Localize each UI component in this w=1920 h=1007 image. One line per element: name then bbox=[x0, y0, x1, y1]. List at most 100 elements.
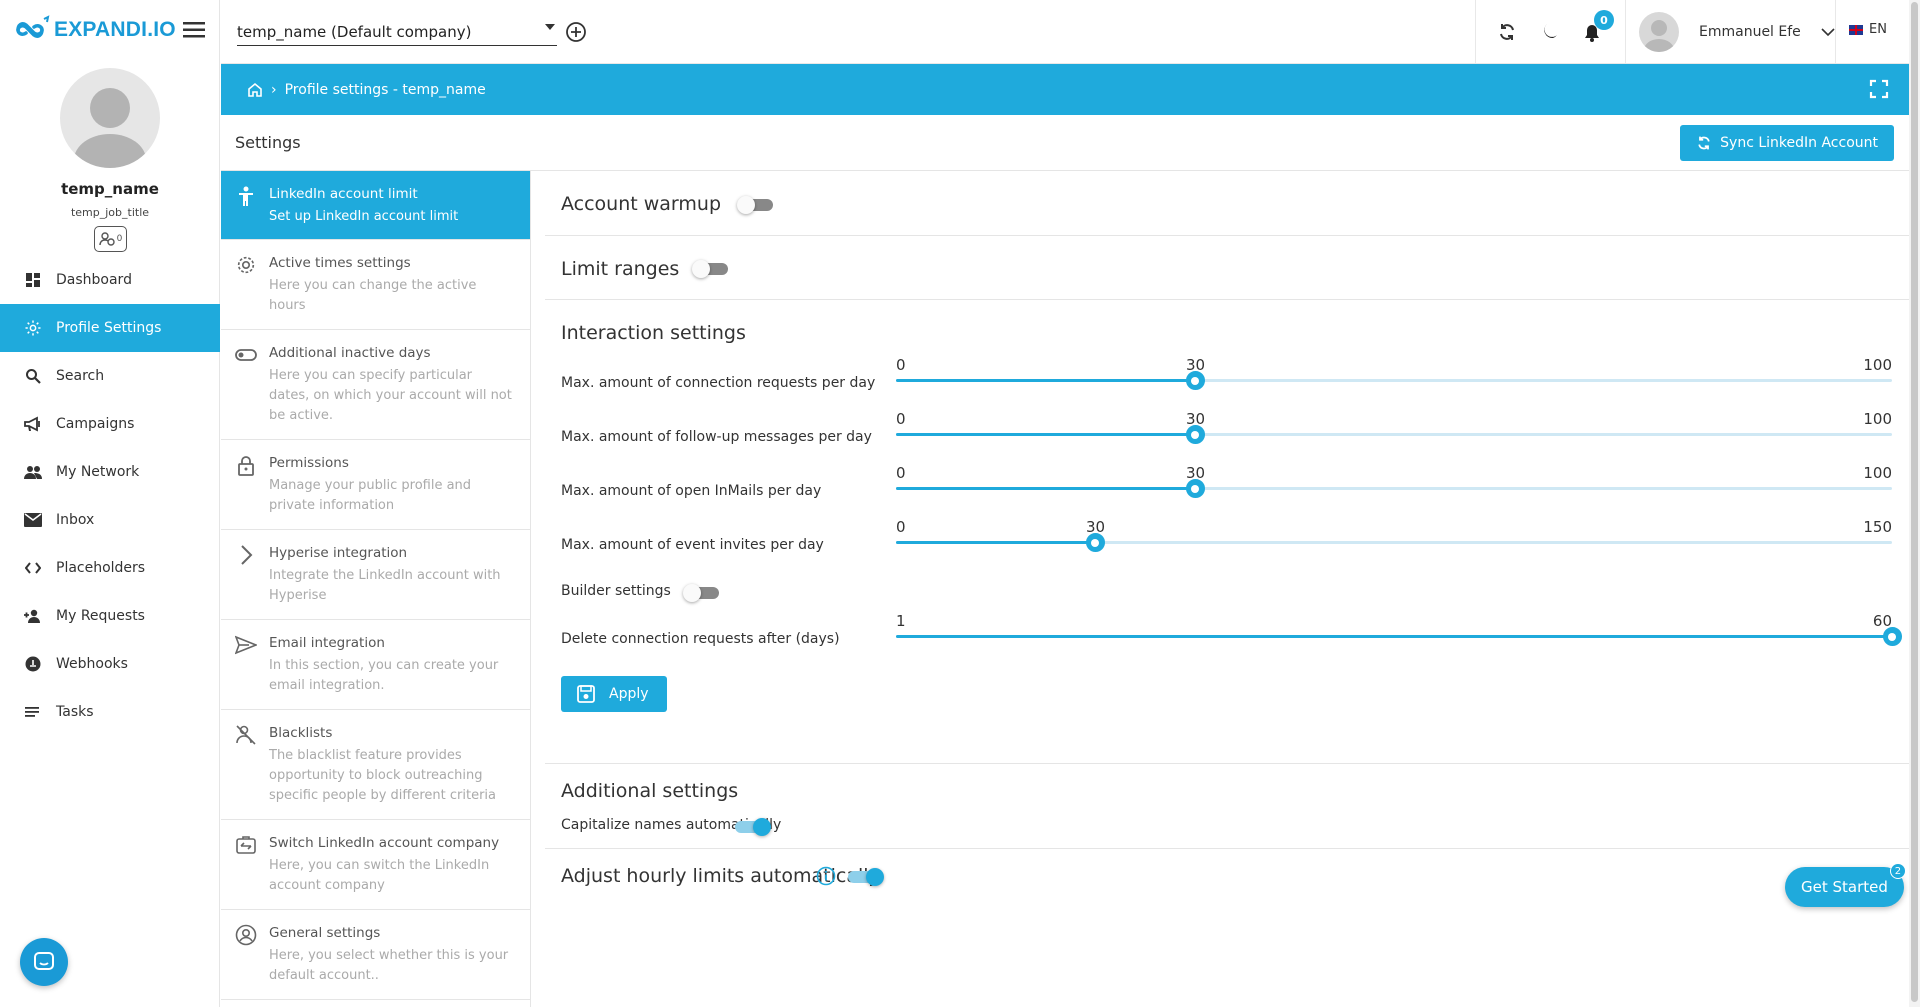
save-icon bbox=[577, 685, 595, 703]
get-started-label: Get Started bbox=[1801, 878, 1888, 896]
page-scrollbar[interactable] bbox=[1909, 0, 1920, 1007]
slider-label: Delete connection requests after (days) bbox=[561, 631, 840, 647]
settings-item-title: Switch LinkedIn account company bbox=[269, 835, 500, 851]
sync-icon bbox=[1500, 24, 1514, 40]
settings-item-hyperise[interactable]: Hyperise integration Integrate the Linke… bbox=[221, 530, 530, 620]
nav-item-inbox[interactable]: Inbox bbox=[0, 496, 220, 544]
company-select[interactable]: temp_name (Default company) bbox=[237, 18, 557, 46]
settings-item-description: Integrate the LinkedIn account with Hype… bbox=[269, 568, 501, 603]
settings-item-inactive-days[interactable]: Additional inactive days Here you can sp… bbox=[221, 330, 530, 440]
limit-ranges-label: Limit ranges bbox=[561, 258, 680, 280]
nav-item-tasks[interactable]: Tasks bbox=[0, 688, 220, 736]
breadcrumb-separator-icon: › bbox=[271, 81, 277, 98]
linked-accounts-icon bbox=[98, 232, 115, 246]
settings-item-title: LinkedIn account limit bbox=[269, 186, 418, 202]
home-icon[interactable] bbox=[247, 82, 263, 97]
nav-label: My Network bbox=[56, 464, 140, 480]
megaphone-icon bbox=[24, 415, 42, 433]
interaction-settings-title: Interaction settings bbox=[561, 322, 746, 344]
settings-menu: LinkedIn account limit Set up LinkedIn a… bbox=[221, 171, 531, 1007]
nav-item-dashboard[interactable]: Dashboard bbox=[0, 256, 220, 304]
settings-item-description: The blacklist feature provides opportuni… bbox=[269, 748, 496, 803]
slider-min: 0 bbox=[896, 464, 906, 482]
user-menu[interactable]: Emmanuel Efe bbox=[1639, 12, 1835, 52]
settings-item-switch-company[interactable]: Switch LinkedIn account company Here, yo… bbox=[221, 820, 530, 910]
settings-item-email-integration[interactable]: Email integration In this section, you c… bbox=[221, 620, 530, 710]
settings-item-title: Email integration bbox=[269, 635, 385, 651]
notifications-button[interactable]: 0 bbox=[1580, 10, 1614, 44]
adjust-hourly-toggle[interactable] bbox=[848, 868, 884, 886]
nav-item-profile-settings[interactable]: Profile Settings bbox=[0, 304, 220, 352]
apply-button-label: Apply bbox=[609, 686, 649, 702]
limit-ranges-toggle[interactable] bbox=[692, 260, 728, 278]
support-chat-button[interactable] bbox=[20, 938, 68, 986]
settings-item-general[interactable]: General settings Here, you select whethe… bbox=[221, 910, 530, 1000]
builder-settings-toggle[interactable] bbox=[683, 584, 719, 602]
envelope-icon bbox=[24, 511, 42, 529]
slider-thumb[interactable] bbox=[1185, 425, 1205, 444]
settings-item-active-times[interactable]: Active times settings Here you can chang… bbox=[221, 240, 530, 330]
fullscreen-button[interactable] bbox=[1869, 79, 1889, 99]
connection-requests-slider[interactable]: 0 30 100 bbox=[896, 356, 1892, 390]
dark-mode-button[interactable] bbox=[1537, 20, 1561, 44]
app-logo[interactable]: EXPANDI.IO bbox=[8, 12, 176, 48]
slider-max: 150 bbox=[1863, 518, 1892, 536]
dashboard-icon bbox=[24, 271, 42, 289]
chevron-down-icon bbox=[1821, 28, 1835, 37]
settings-item-title: Additional inactive days bbox=[269, 345, 431, 361]
nav-item-my-requests[interactable]: My Requests bbox=[0, 592, 220, 640]
slider-max: 100 bbox=[1863, 464, 1892, 482]
language-selector[interactable]: EN bbox=[1849, 22, 1887, 37]
person-icon bbox=[239, 186, 253, 206]
add-company-button[interactable] bbox=[565, 21, 587, 43]
apply-button[interactable]: Apply bbox=[561, 676, 667, 712]
slider-min: 0 bbox=[896, 410, 906, 428]
profile-avatar[interactable] bbox=[60, 68, 160, 168]
profile-status-badge[interactable]: 0 bbox=[94, 226, 127, 252]
nav-item-webhooks[interactable]: Webhooks bbox=[0, 640, 220, 688]
slider-thumb[interactable] bbox=[1085, 533, 1105, 552]
people-icon bbox=[24, 463, 42, 481]
nav-item-campaigns[interactable]: Campaigns bbox=[0, 400, 220, 448]
send-icon bbox=[235, 635, 257, 655]
moon-icon bbox=[1544, 24, 1557, 39]
capitalize-names-toggle[interactable] bbox=[735, 818, 771, 836]
settings-item-blacklists[interactable]: Blacklists The blacklist feature provide… bbox=[221, 710, 530, 820]
scrollbar-thumb[interactable] bbox=[1911, 2, 1918, 1002]
follow-up-messages-slider[interactable]: 0 30 100 bbox=[896, 410, 1892, 444]
settings-item-permissions[interactable]: Permissions Manage your public profile a… bbox=[221, 440, 530, 530]
infinity-logo-icon bbox=[16, 15, 50, 38]
settings-item-description: Here, you select whether this is your de… bbox=[269, 948, 509, 983]
info-icon[interactable] bbox=[816, 866, 836, 886]
nav-label: Placeholders bbox=[56, 560, 146, 576]
slider-thumb[interactable] bbox=[1882, 627, 1902, 646]
delete-requests-slider[interactable]: 1 60 60 bbox=[896, 612, 1902, 646]
caret-down-icon bbox=[545, 24, 555, 30]
uk-flag-icon bbox=[1849, 24, 1863, 35]
additional-settings-section: Additional settings Capitalize names aut… bbox=[545, 764, 1909, 849]
settings-item-linkedin-limit[interactable]: LinkedIn account limit Set up LinkedIn a… bbox=[221, 171, 530, 240]
sync-button[interactable] bbox=[1495, 20, 1519, 44]
nav-item-placeholders[interactable]: Placeholders bbox=[0, 544, 220, 592]
slider-min: 0 bbox=[896, 356, 906, 374]
nav-label: Tasks bbox=[56, 704, 94, 720]
get-started-badge: 2 bbox=[1889, 863, 1906, 879]
slider-thumb[interactable] bbox=[1185, 371, 1205, 390]
menu-toggle-button[interactable] bbox=[182, 18, 206, 42]
settings-item-title: Blacklists bbox=[269, 725, 333, 741]
slider-thumb[interactable] bbox=[1185, 479, 1205, 498]
open-inmails-slider[interactable]: 0 30 100 bbox=[896, 464, 1892, 498]
slider-max: 100 bbox=[1863, 356, 1892, 374]
sync-linkedin-account-button[interactable]: Sync LinkedIn Account bbox=[1680, 125, 1894, 161]
slider-fill bbox=[896, 541, 1095, 544]
nav-item-my-network[interactable]: My Network bbox=[0, 448, 220, 496]
logo-text: EXPANDI.IO bbox=[54, 18, 176, 41]
user-circle-icon bbox=[235, 924, 257, 946]
nav-item-search[interactable]: Search bbox=[0, 352, 220, 400]
event-invites-slider[interactable]: 0 30 150 bbox=[896, 518, 1892, 552]
fullscreen-icon bbox=[1869, 79, 1889, 99]
account-warmup-toggle[interactable] bbox=[737, 196, 773, 214]
get-started-button[interactable]: Get Started 2 bbox=[1785, 863, 1906, 907]
list-icon bbox=[24, 703, 42, 721]
divider bbox=[1835, 0, 1836, 64]
